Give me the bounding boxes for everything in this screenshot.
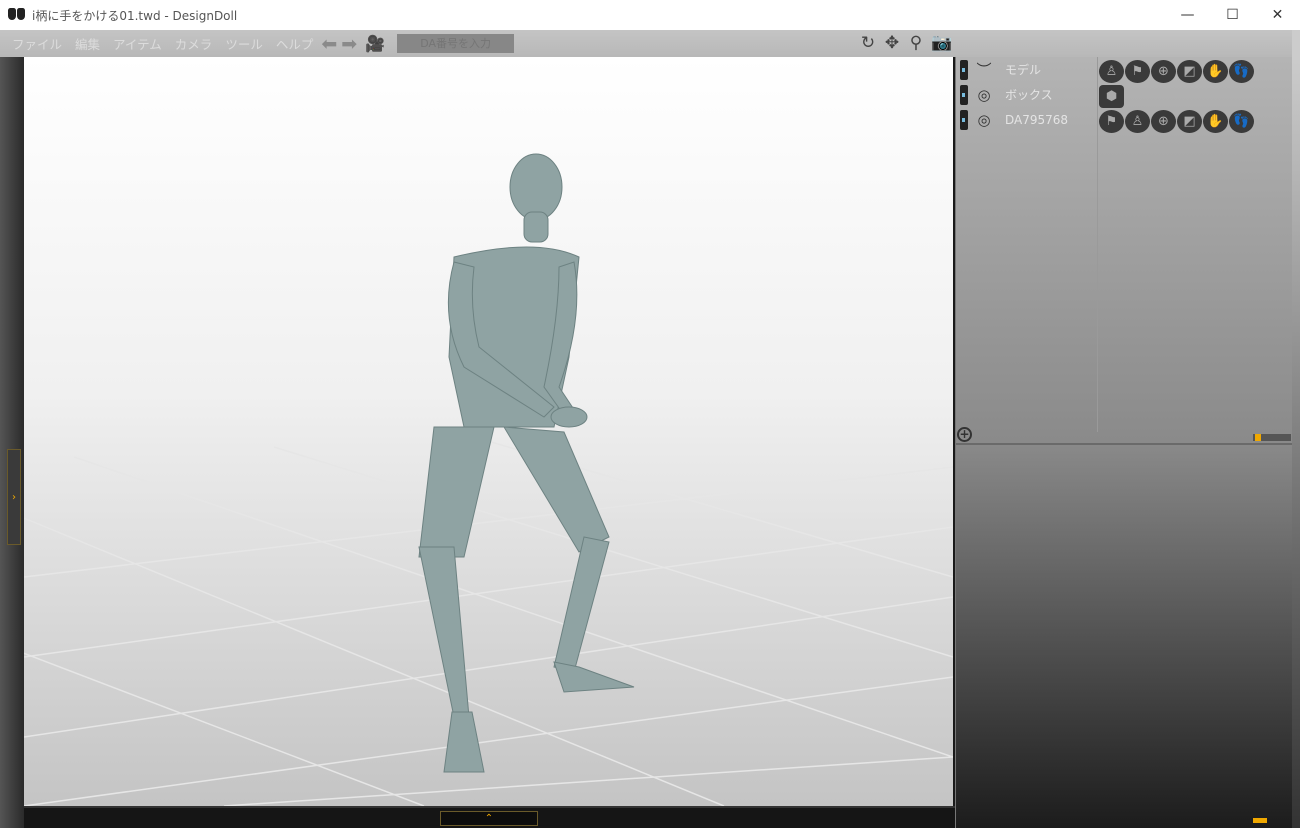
da-number-input[interactable] [397,34,515,53]
layer-row-box[interactable]: ◎ ボックス [956,82,1097,107]
layer-row-model[interactable]: ︶ モデル [956,57,1097,82]
undo-arrow-icon[interactable]: ⬅ [321,33,337,55]
app-logo-icon [8,8,26,22]
menu-tools[interactable]: ツール [225,34,263,53]
minimize-button[interactable]: — [1165,0,1210,30]
floor-grid [24,436,953,806]
eye-closed-icon[interactable]: ︶ [971,59,997,80]
bottom-bar: ⌃ [24,806,955,828]
movie-camera-icon[interactable]: 🎥 [365,34,385,53]
expand-left-panel-button[interactable]: › [7,449,21,545]
mannequin-figure [418,153,635,773]
flag-pivot-icon[interactable]: ⚑ [1125,60,1150,83]
slider-knob[interactable] [1254,434,1261,441]
menu-item[interactable]: アイテム [113,34,162,53]
layer-toggle[interactable] [960,109,968,130]
rotate-icon[interactable]: ↻ [859,33,877,53]
body-icon[interactable]: ♙ [1125,110,1150,133]
add-layer-button[interactable]: + [957,427,972,442]
layer-row-da795768[interactable]: ◎ DA795768 [956,107,1097,132]
menu-edit[interactable]: 編集 [75,34,100,53]
hand-icon[interactable]: ✋ [1203,60,1228,83]
right-panel: ︶ モデル ◎ ボックス ◎ DA795768 ♙ ⚑ ⊕ ◩ ✋ 👣 ⬢ ⚑ … [955,57,1293,828]
hand-icon[interactable]: ✋ [1203,110,1228,133]
menu-help[interactable]: ヘルプ [276,34,314,53]
layer-list: ︶ モデル ◎ ボックス ◎ DA795768 [956,57,1098,432]
3d-viewport[interactable] [24,57,953,806]
layer-name: ボックス [1005,88,1053,102]
size-slider[interactable] [1253,434,1291,441]
maximize-button[interactable]: ☐ [1210,0,1255,30]
eye-open-icon[interactable]: ◎ [971,86,997,104]
panel-resize-handle[interactable] [1253,818,1267,823]
viewport-scene [24,153,953,806]
camera-icon[interactable]: 📷 [931,33,952,53]
select-icon[interactable]: ◩ [1177,60,1202,83]
layer-toggle[interactable] [960,84,968,105]
title-bar: i柄に手をかける01.twd - DesignDoll — ☐ ✕ [0,0,1300,30]
flag-pivot-icon[interactable]: ⚑ [1099,110,1124,133]
box-icon[interactable]: ⬢ [1099,85,1124,108]
expand-bottom-panel-button[interactable]: ⌃ [440,811,538,826]
menu-camera[interactable]: カメラ [175,34,213,53]
move-icon[interactable]: ✥ [883,33,901,53]
layer-name: モデル [1005,63,1042,77]
redo-arrow-icon[interactable]: ➡ [341,33,357,55]
right-scrollbar[interactable] [1292,57,1300,828]
zoom-in-icon[interactable]: ⊕ [1151,110,1176,133]
window-title: i柄に手をかける01.twd - DesignDoll [32,8,238,23]
zoom-icon[interactable]: ⚲ [907,33,925,53]
left-sidebar: › [0,57,24,828]
foot-icon[interactable]: 👣 [1229,60,1254,83]
eye-open-icon[interactable]: ◎ [971,111,997,129]
body-icon[interactable]: ♙ [1099,60,1124,83]
layer-toggle[interactable] [960,59,968,80]
zoom-in-icon[interactable]: ⊕ [1151,60,1176,83]
select-icon[interactable]: ◩ [1177,110,1202,133]
layer-name: DA795768 [1005,112,1069,127]
menu-bar: ファイル 編集 アイテム カメラ ツール ヘルプ ⬅ ➡ 🎥 ↻ ✥ ⚲ 📷 [0,30,1300,57]
panel-divider[interactable] [956,443,1293,445]
menu-file[interactable]: ファイル [12,34,62,53]
close-button[interactable]: ✕ [1255,0,1300,30]
foot-icon[interactable]: 👣 [1229,110,1254,133]
